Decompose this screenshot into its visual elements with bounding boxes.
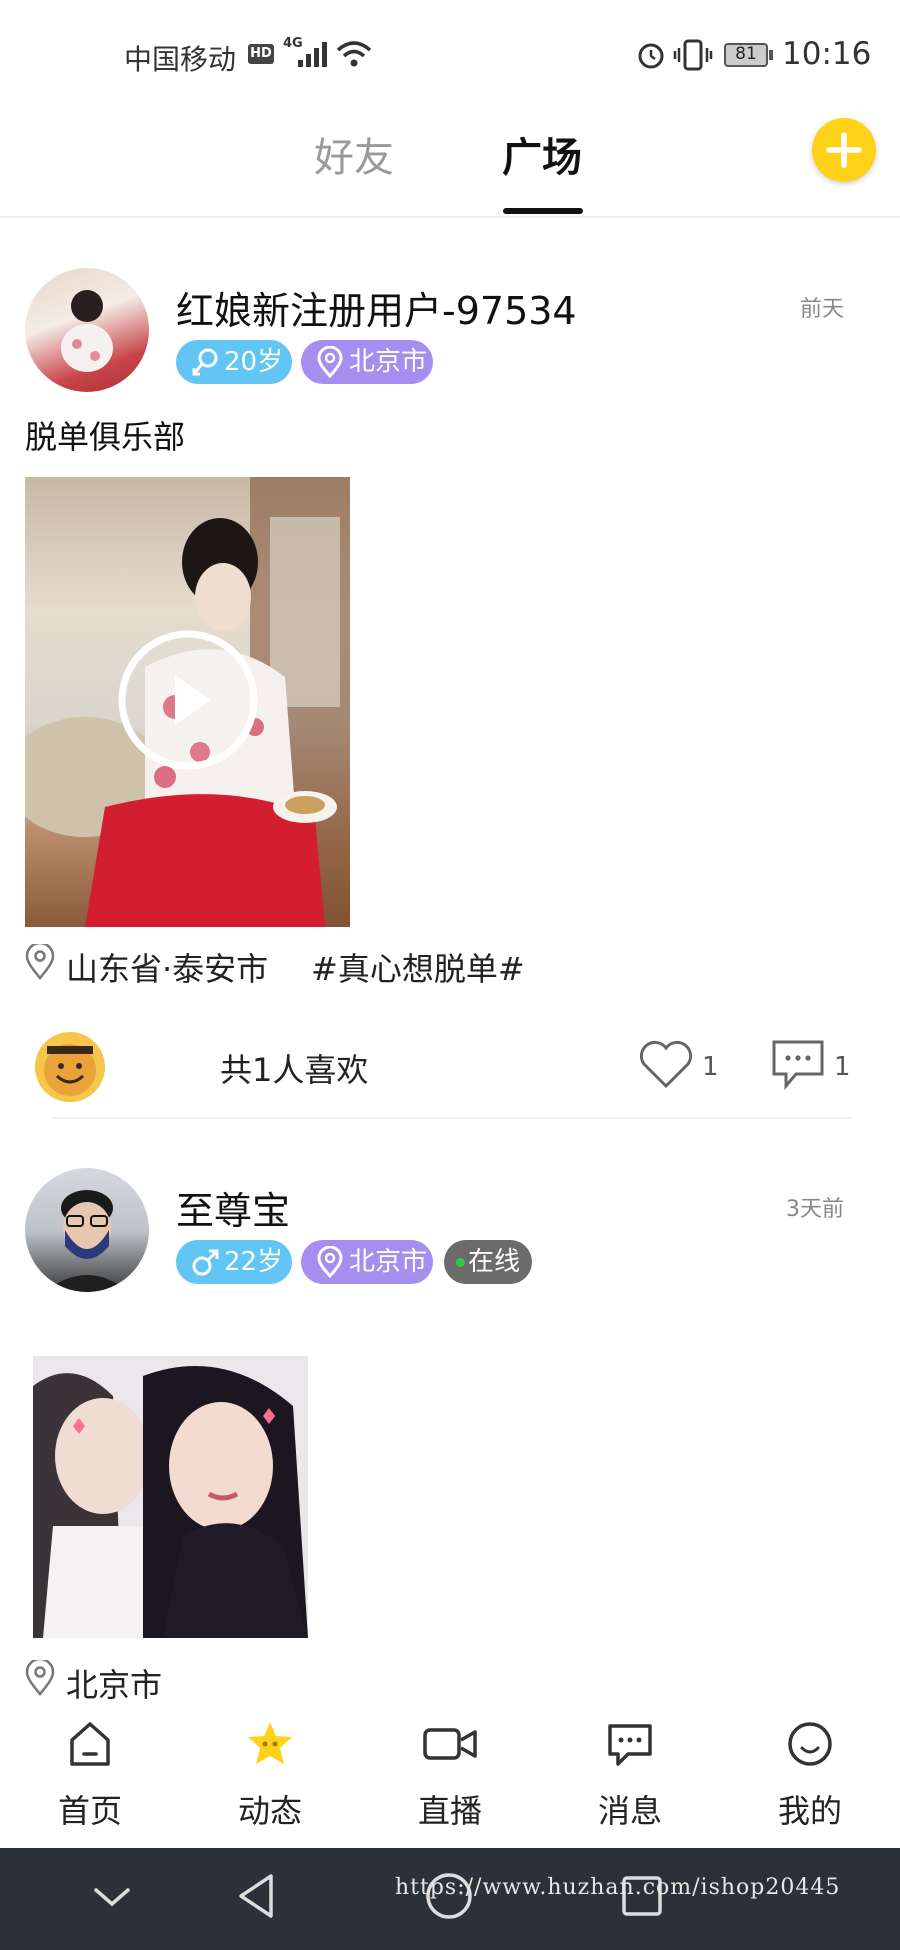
avatar-photo [61, 290, 113, 372]
female-icon [192, 348, 218, 376]
online-status-badge: 在线 [444, 1240, 532, 1284]
post-video-thumbnail[interactable] [25, 477, 350, 927]
nav-live-label: 直播 [417, 1792, 482, 1830]
battery-tip [769, 50, 773, 60]
plus-icon [826, 132, 862, 168]
nav-home-label: 首页 [57, 1792, 122, 1830]
nav-live[interactable]: 直播 [395, 1720, 505, 1830]
location-pin-icon [25, 944, 55, 980]
username[interactable]: 至尊宝 [176, 1180, 290, 1235]
smiley-profile-icon [788, 1722, 832, 1766]
nav-home[interactable]: 首页 [35, 1720, 145, 1830]
user-avatar[interactable] [25, 1168, 149, 1292]
cartoon-face-icon [44, 1044, 96, 1096]
carrier-label: 中国移动 [124, 43, 237, 76]
location-pin-icon [25, 1660, 55, 1696]
play-icon[interactable] [115, 627, 261, 773]
location-pin-icon [317, 346, 343, 378]
home-icon [70, 1722, 110, 1766]
location-pin-icon [317, 1246, 343, 1278]
nav-profile[interactable]: 我的 [755, 1720, 865, 1830]
nav-moments-label: 动态 [237, 1792, 302, 1830]
hd-badge: HD [248, 44, 274, 64]
selfie-photo [33, 1356, 308, 1638]
post-location: 北京市 [66, 1666, 163, 1704]
age-tag: 20岁 [176, 340, 292, 384]
nav-messages-label: 消息 [597, 1792, 662, 1830]
tab-friends[interactable]: 好友 [314, 125, 394, 183]
avatar-photo [45, 1190, 129, 1292]
collapse-chevron-icon[interactable] [92, 1882, 132, 1912]
post-image[interactable] [33, 1356, 308, 1638]
back-icon[interactable] [235, 1870, 279, 1922]
clock-time: 10:16 [782, 36, 872, 72]
watermark-url: https://www.huzhan.com/ishop20445 [395, 1875, 841, 1900]
post-text: 脱单俱乐部 [25, 418, 186, 456]
age-tag-label: 22岁 [224, 1247, 284, 1277]
post-time: 前天 [800, 297, 845, 322]
male-icon [192, 1249, 219, 1276]
nav-messages[interactable]: 消息 [575, 1720, 685, 1830]
online-status-label: 在线 [468, 1247, 521, 1277]
nav-profile-label: 我的 [777, 1792, 842, 1830]
post-location: 山东省·泰安市 [66, 950, 269, 988]
heart-icon[interactable] [638, 1040, 694, 1090]
city-tag-label: 北京市 [349, 347, 428, 377]
signal-icon [298, 42, 327, 67]
alarm-icon [638, 43, 664, 69]
comment-count: 1 [834, 1052, 851, 1082]
nav-moments[interactable]: 动态 [215, 1720, 325, 1830]
post-topic[interactable]: #真心想脱单# [311, 944, 525, 990]
city-tag: 北京市 [301, 1240, 433, 1284]
online-dot [456, 1258, 465, 1267]
star-face-icon [248, 1722, 292, 1764]
user-avatar[interactable] [25, 268, 149, 392]
comment-icon[interactable] [770, 1038, 826, 1092]
age-tag-label: 20岁 [224, 347, 284, 377]
header-divider [0, 216, 900, 218]
likes-summary: 共1人喜欢 [220, 1051, 369, 1089]
like-count: 1 [702, 1052, 719, 1082]
username[interactable]: 红娘新注册用户-97534 [176, 280, 577, 335]
tab-square[interactable]: 广场 [502, 125, 582, 183]
age-tag: 22岁 [176, 1240, 292, 1284]
post-time: 3天前 [786, 1197, 844, 1222]
vibrate-icon [673, 39, 713, 71]
add-post-button[interactable] [812, 118, 876, 182]
liker-avatar[interactable] [35, 1032, 105, 1102]
video-camera-icon [423, 1728, 477, 1760]
post-divider [52, 1117, 852, 1119]
status-bar: 中国移动 HD 4G 81 10:16 [0, 0, 900, 105]
battery-indicator: 81 [724, 43, 768, 67]
active-tab-indicator [503, 208, 583, 214]
wifi-icon [336, 41, 372, 67]
city-tag-label: 北京市 [349, 1247, 428, 1277]
city-tag: 北京市 [301, 340, 433, 384]
message-icon [608, 1724, 652, 1766]
